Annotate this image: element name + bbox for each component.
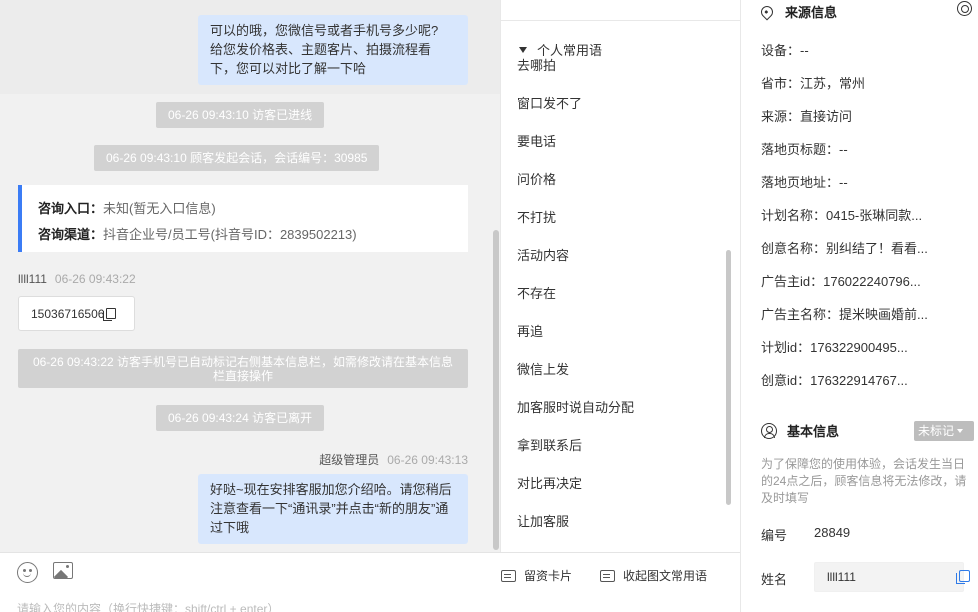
caret-down-icon	[957, 429, 964, 433]
message-icon	[600, 569, 615, 582]
basic-info-header: 基本信息	[761, 421, 839, 440]
phrases-scrollbar[interactable]	[726, 250, 731, 505]
caret-down-icon	[519, 47, 527, 53]
phrase-item[interactable]: 不打扰	[517, 207, 556, 226]
source-creative-id: 创意id：176322914767...	[761, 373, 908, 388]
phrase-item[interactable]: 对比再决定	[517, 473, 582, 492]
agent-name: 超级管理员	[319, 453, 380, 467]
visitor-phone-message[interactable]: 15036716506	[18, 296, 135, 331]
source-advertiser-name: 广告主名称：提米映画婚前...	[761, 307, 928, 322]
user-icon	[761, 422, 777, 439]
phrase-item[interactable]: 去哪拍	[517, 55, 556, 74]
phrase-item[interactable]: 微信上发	[517, 359, 569, 378]
quick-phrases-panel: 个人常用语 去哪拍 窗口发不了 要电话 问价格 不打扰 活动内容 不存在 再追 …	[500, 0, 741, 552]
tag-label: 未标记	[918, 424, 955, 438]
message-line: 下，您可以对比了解一下哈	[210, 61, 367, 76]
copy-icon[interactable]	[103, 308, 117, 321]
agent-message-bubble: 好哒~现在安排客服加您介绍哈。请您稍后 注意查看一下“通讯录”并点击“新的朋友”…	[198, 474, 468, 544]
phrase-item[interactable]: 活动内容	[517, 245, 569, 264]
source-creative-name: 创意名称：别纠结了！看看...	[761, 241, 928, 256]
view-icon[interactable]	[957, 1, 972, 16]
id-value: 28849	[814, 525, 851, 540]
image-icon[interactable]	[53, 562, 73, 579]
message-line: 注意查看一下“通讯录”并点击“新的朋友”通	[210, 501, 449, 516]
visitor-timestamp: 06-26 09:43:22	[54, 272, 136, 286]
message-line: 给您发价格表、主题客片、拍摄流程看	[210, 42, 432, 57]
source-landing-url: 落地页地址：--	[761, 175, 848, 190]
source-plan-name: 计划名称：0415-张琳同款...	[761, 208, 923, 223]
copy-icon[interactable]	[956, 570, 970, 584]
source-landing-title: 落地页标题：--	[761, 142, 848, 157]
source-info-header: 来源信息	[758, 2, 838, 21]
message-input-area: 请输入您的内容（换行快捷键：shift/ctrl + enter） 留资卡片 收…	[0, 552, 740, 612]
agent-timestamp: 06-26 09:43:13	[387, 453, 468, 467]
chat-area: 可以的哦，您微信号或者手机号多少呢? 给您发价格表、主题客片、拍摄流程看 下，您…	[0, 0, 500, 552]
consult-entry-label: 咨询入口：	[38, 201, 104, 216]
system-message: 06-26 09:43:10 顾客发起会话，会话编号：30985	[94, 145, 380, 171]
source-info-title: 来源信息	[785, 5, 838, 20]
phrase-item[interactable]: 再追	[517, 321, 543, 340]
phrase-item[interactable]: 窗口发不了	[517, 93, 582, 112]
source-advertiser-id: 广告主id：176022240796...	[761, 274, 921, 289]
collapse-phrases-button[interactable]: 收起图文常用语	[600, 567, 707, 584]
phrase-item[interactable]: 拿到联系后	[517, 435, 582, 454]
message-line: 过下哦	[210, 520, 250, 535]
message-input[interactable]: 请输入您的内容（换行快捷键：shift/ctrl + enter）	[17, 600, 279, 612]
consult-channel-value: 抖音企业号/员工号(抖音号ID：2839502213)	[103, 227, 357, 242]
tag-dropdown[interactable]: 未标记	[914, 421, 974, 441]
phrase-item[interactable]: 要电话	[517, 131, 556, 150]
consult-channel-label: 咨询渠道：	[38, 227, 104, 242]
system-message: 06-26 09:43:24 访客已离开	[156, 405, 325, 431]
edit-notice: 为了保障您的使用体验，会话发生当日的24点之后，顾客信息将无法修改，请及时填写	[761, 457, 967, 505]
smile-icon[interactable]	[17, 562, 38, 583]
phrase-item[interactable]: 让加客服	[517, 511, 569, 530]
system-message: 06-26 09:43:10 访客已进线	[156, 102, 325, 128]
phrase-item[interactable]: 问价格	[517, 169, 556, 188]
consult-info-card: 咨询入口： 未知(暂无入口信息) 咨询渠道： 抖音企业号/员工号(抖音号ID：2…	[18, 185, 468, 252]
source-device: 设备：--	[761, 43, 809, 58]
source-origin: 来源：直接访问	[761, 109, 853, 124]
customer-info-panel: 来源信息 设备：-- 省市：江苏，常州 来源：直接访问 落地页标题：-- 落地页…	[740, 0, 978, 612]
agent-message-bubble: 可以的哦，您微信号或者手机号多少呢? 给您发价格表、主题客片、拍摄流程看 下，您…	[198, 15, 468, 85]
card-icon	[501, 569, 516, 582]
lead-card-button[interactable]: 留资卡片	[501, 567, 572, 584]
agent-message-header: 超级管理员 06-26 09:43:13	[319, 451, 468, 468]
name-label: 姓名	[761, 572, 788, 587]
location-icon	[758, 3, 776, 20]
visitor-name: llll111	[18, 272, 47, 286]
phrase-item[interactable]: 不存在	[517, 283, 556, 302]
collapse-phrases-label: 收起图文常用语	[623, 569, 708, 583]
system-message: 06-26 09:43:22 访客手机号已自动标记右侧基本信息栏，如需修改请在基…	[18, 349, 468, 388]
phrase-item[interactable]: 加客服时说自动分配	[517, 397, 634, 416]
visitor-phone: 15036716506	[31, 306, 105, 321]
lead-card-label: 留资卡片	[524, 569, 573, 583]
message-line: 可以的哦，您微信号或者手机号多少呢?	[210, 23, 439, 38]
source-plan-id: 计划id：176322900495...	[761, 340, 908, 355]
id-label: 编号	[761, 528, 788, 543]
basic-info-title: 基本信息	[787, 424, 840, 439]
source-region: 省市：江苏，常州	[761, 76, 866, 91]
message-line: 好哒~现在安排客服加您介绍哈。请您稍后	[210, 482, 452, 497]
name-input[interactable]: llll111	[814, 562, 964, 592]
consult-entry-value: 未知(暂无入口信息)	[103, 201, 216, 216]
chat-scrollbar[interactable]	[493, 230, 499, 550]
visitor-message-header: llll111 06-26 09:43:22	[18, 272, 136, 286]
